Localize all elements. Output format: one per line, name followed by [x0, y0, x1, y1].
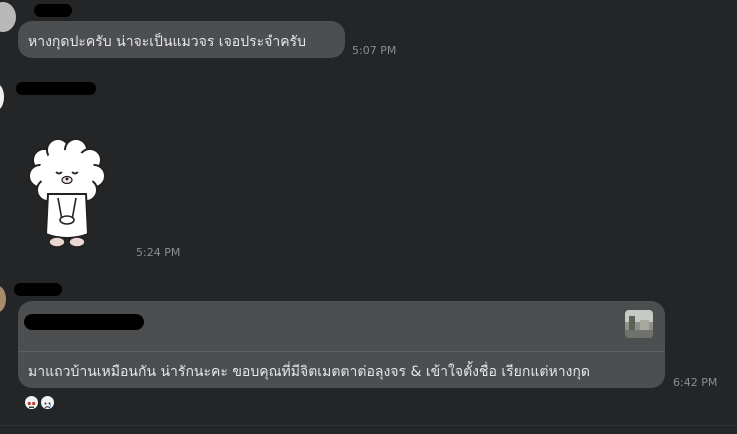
sticker-image — [28, 138, 106, 248]
bear-bowing-sticker[interactable] — [28, 138, 106, 250]
redacted-quoted-name — [24, 314, 144, 330]
message-text: หางกุดปะครับ น่าจะเป็นแมวจร เจอประจำครับ — [28, 34, 306, 50]
sad-face-icon — [40, 395, 55, 410]
quoted-message-preview[interactable] — [18, 301, 665, 352]
message-timestamp: 5:24 PM — [136, 246, 181, 259]
message-timestamp: 6:42 PM — [673, 376, 718, 389]
message-timestamp: 5:07 PM — [352, 44, 397, 57]
divider — [0, 425, 737, 426]
angry-face-icon — [24, 395, 39, 410]
sender-avatar[interactable] — [0, 84, 4, 110]
sender-avatar[interactable] — [0, 2, 16, 32]
quoted-image-thumbnail[interactable] — [625, 310, 653, 338]
message-text: มาแถวบ้านเหมือนกัน น่ารักนะคะ ขอบคุณที่ม… — [28, 364, 590, 380]
message-bubble[interactable]: หางกุดปะครับ น่าจะเป็นแมวจร เจอประจำครับ — [18, 21, 345, 58]
redacted-sender-name — [34, 4, 72, 17]
redacted-sender-name — [14, 283, 62, 296]
redacted-sender-name — [16, 82, 96, 95]
message-reactions[interactable] — [24, 395, 55, 410]
reply-message-bubble[interactable]: มาแถวบ้านเหมือนกัน น่ารักนะคะ ขอบคุณที่ม… — [18, 301, 665, 388]
thumbnail-image — [625, 310, 653, 338]
sender-avatar[interactable] — [0, 286, 6, 312]
